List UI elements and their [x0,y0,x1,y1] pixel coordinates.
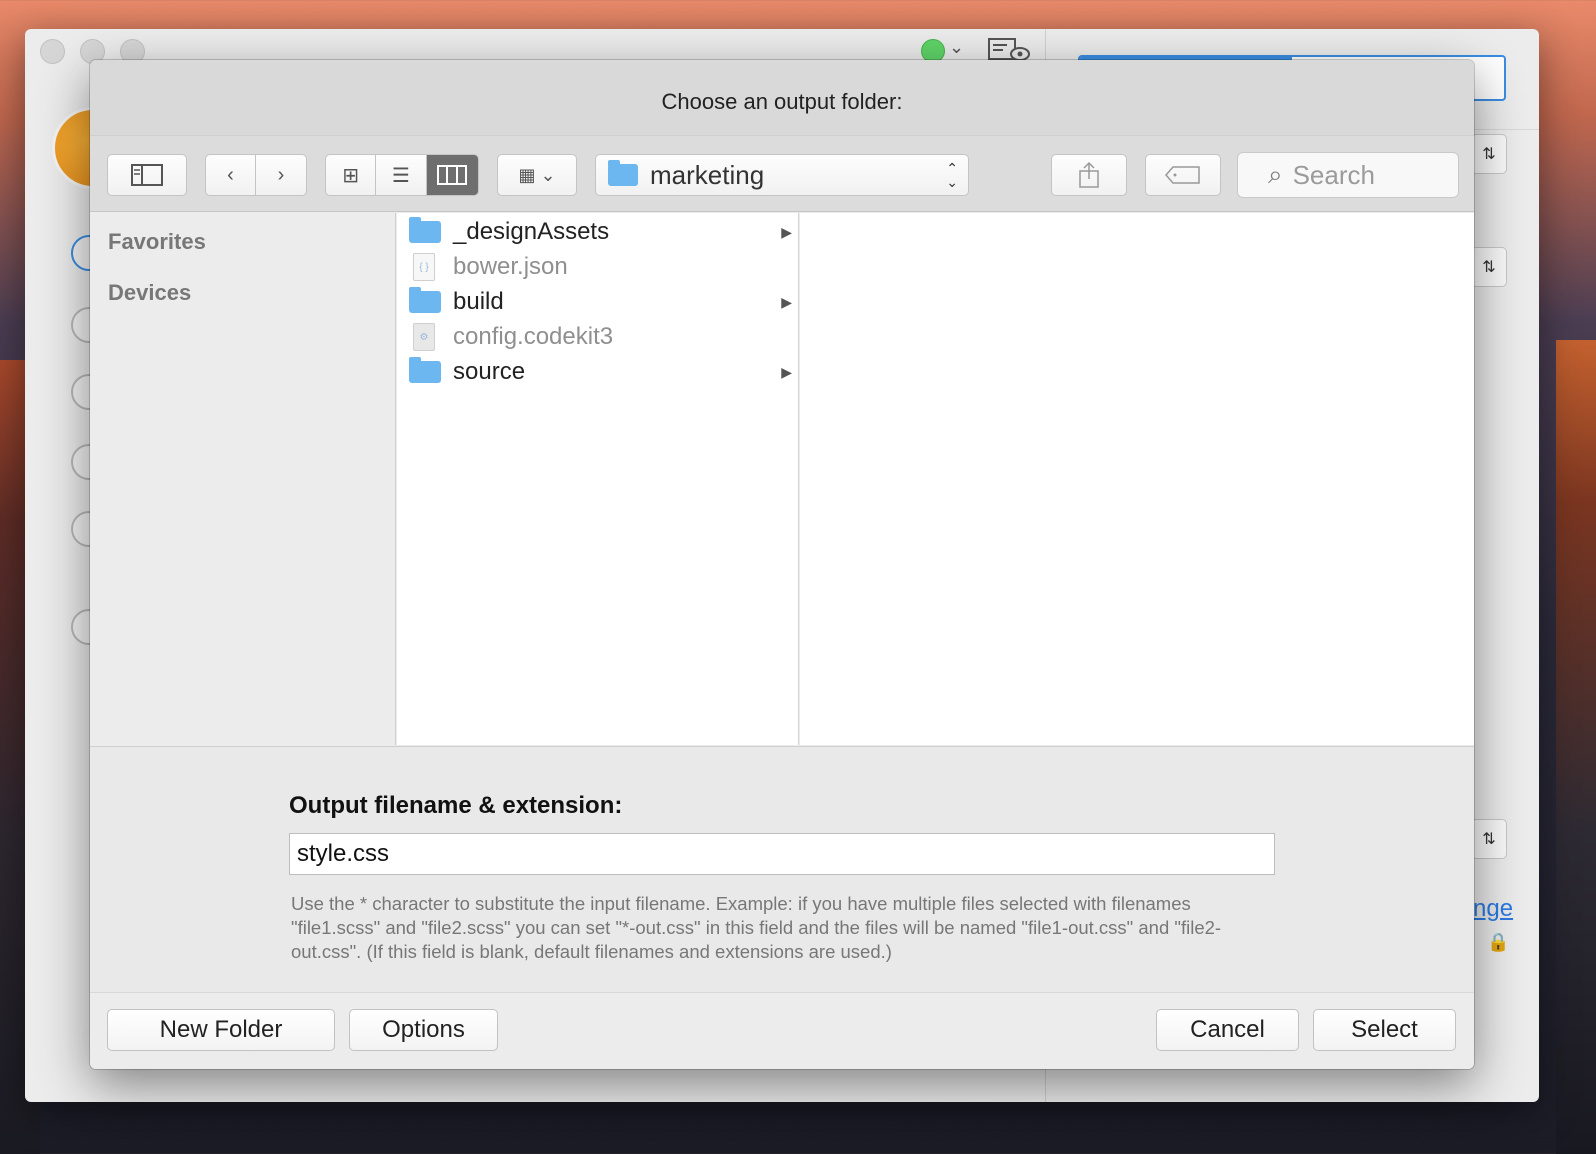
browser-column-2[interactable] [800,213,1474,745]
json-file-icon: { } [413,253,435,281]
search-icon: ⌕ [1268,159,1283,189]
new-folder-button[interactable]: New Folder [107,1009,335,1051]
chevron-left-icon: ‹ [227,163,234,186]
lock-icon[interactable]: 🔒 [1487,932,1509,953]
arrange-grid-icon: ▦ ⌄ [518,164,556,185]
sidebar-toggle-button[interactable] [107,154,187,196]
dialog-title: Choose an output folder: [90,60,1474,136]
disclosure-arrow-icon: ▶ [781,363,792,380]
output-filename-help: Use the * character to substitute the in… [291,893,1222,962]
wallpaper-mountain-right [1556,340,1596,1154]
file-name: config.codekit3 [453,323,614,350]
folder-icon [608,160,638,186]
column-view-button[interactable] [426,155,478,195]
search-placeholder: Search [1292,159,1375,190]
browser-column-1: _designAssets ▶ { } bower.json build ▶ ⚙… [397,213,799,745]
folder-icon [409,217,441,243]
list-view-icon: ☰ [392,164,410,187]
dialog-sidebar: Favorites Devices [90,213,396,745]
tag-icon [1165,166,1200,184]
background-stepper-3[interactable]: ⇅ [1471,819,1507,859]
options-button[interactable]: Options [349,1009,498,1051]
select-button[interactable]: Select [1313,1009,1456,1051]
icon-view-button[interactable]: ⊞ [326,155,377,195]
file-name: build [453,288,504,315]
forward-button[interactable]: › [256,155,306,195]
disclosure-arrow-icon: ▶ [781,293,792,310]
folder-icon [409,357,441,383]
search-field[interactable]: ⌕ Search [1237,152,1459,198]
file-row-designassets[interactable]: _designAssets ▶ [397,215,798,249]
file-row-bower-json: { } bower.json [397,250,798,284]
open-panel-dialog: Choose an output folder: ‹ › ⊞ ☰ ▦ ⌄ mar… [90,60,1474,1069]
file-name: _designAssets [453,218,610,245]
sidebar-icon [131,164,163,186]
file-row-build[interactable]: build ▶ [397,285,798,319]
config-file-icon: ⚙ [413,323,435,351]
back-button[interactable]: ‹ [206,155,257,195]
folder-icon [409,287,441,313]
file-name: source [453,358,526,385]
disclosure-arrow-icon: ▶ [781,223,792,240]
dialog-footer: New Folder Options Cancel Select [90,992,1474,1069]
arrange-button[interactable]: ▦ ⌄ [497,154,577,196]
share-icon [1079,161,1099,188]
file-row-config-codekit3: ⚙ config.codekit3 [397,320,798,354]
chevron-down-icon[interactable]: ⌄ [949,37,964,58]
background-stepper-1[interactable]: ⇅ [1471,134,1507,174]
updown-arrows-icon: ⌃ ⌄ [946,160,958,190]
dialog-toolbar: ‹ › ⊞ ☰ ▦ ⌄ marketing ⌃ ⌄ ⌕ Search [90,136,1474,212]
view-mode-group: ⊞ ☰ [325,154,479,196]
sidebar-section-favorites[interactable]: Favorites [108,229,206,255]
chevron-right-icon: › [277,163,285,186]
tag-button[interactable] [1145,154,1221,196]
close-window-button[interactable] [40,39,65,64]
list-view-button[interactable]: ☰ [376,155,427,195]
back-forward-group: ‹ › [205,154,307,196]
file-row-source[interactable]: source ▶ [397,355,798,389]
background-link[interactable]: nge [1473,895,1513,923]
icon-view-icon: ⊞ [342,164,360,187]
output-filename-field[interactable] [289,833,1275,875]
file-name: bower.json [453,253,568,280]
share-button[interactable] [1051,154,1127,196]
accessory-view: Output filename & extension: Use the * c… [90,746,1474,992]
column-view-icon [437,165,468,185]
sidebar-section-devices[interactable]: Devices [108,280,191,306]
cancel-button[interactable]: Cancel [1156,1009,1299,1051]
background-stepper-2[interactable]: ⇅ [1471,247,1507,287]
output-filename-label: Output filename & extension: [289,792,623,819]
path-popup-button[interactable]: marketing ⌃ ⌄ [595,154,969,196]
path-popup-label: marketing [650,159,765,190]
